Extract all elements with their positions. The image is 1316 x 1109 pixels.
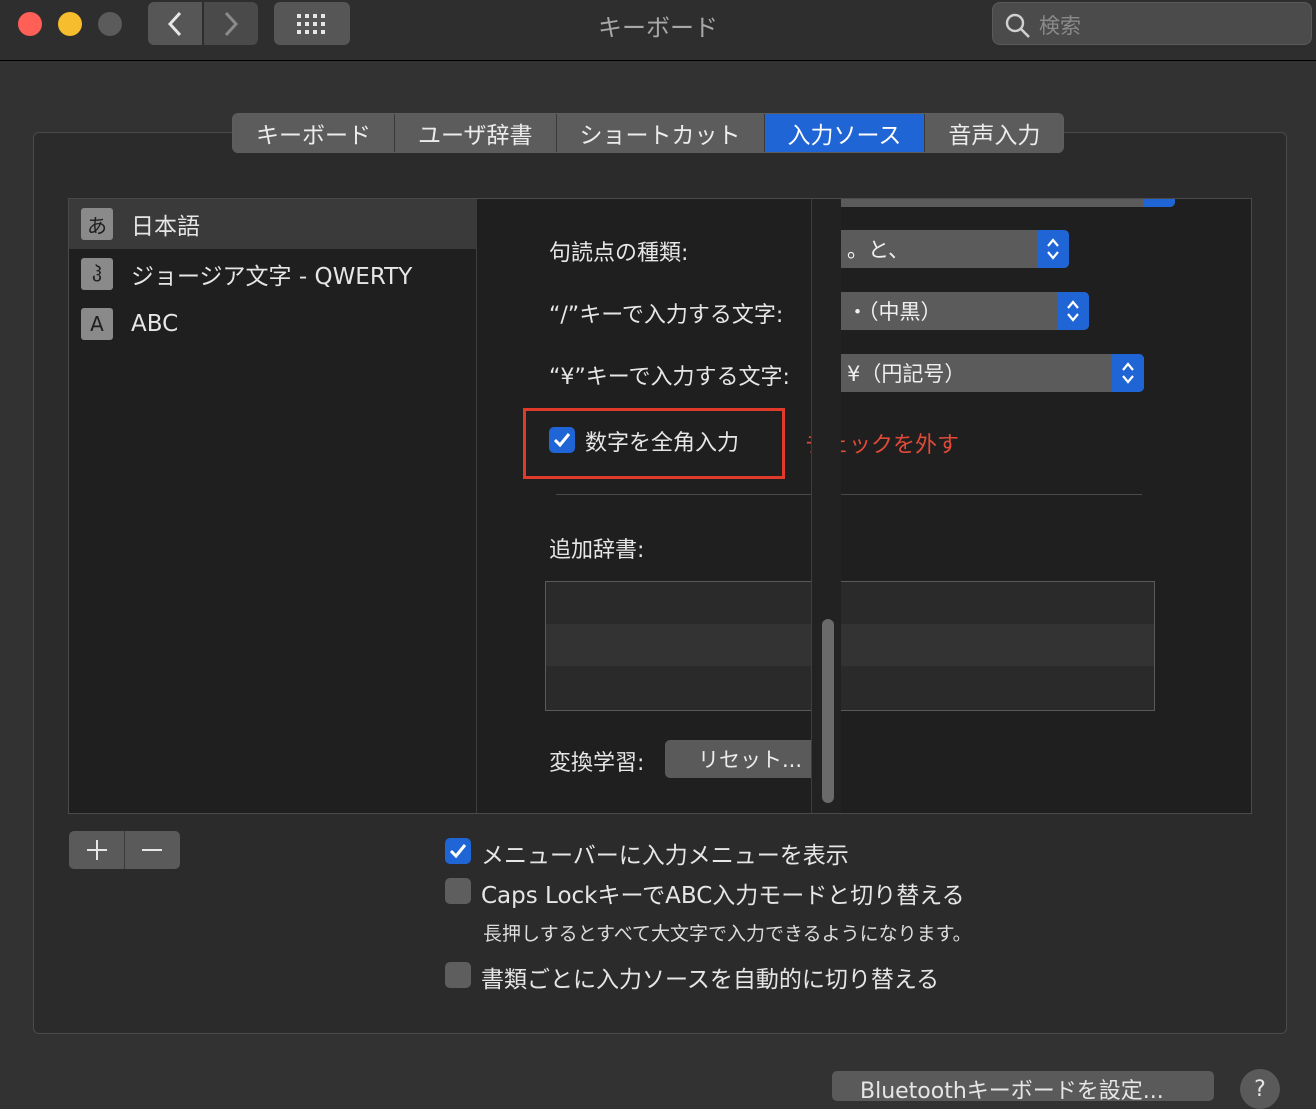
slash-key-popup[interactable]: ・（中黒） (833, 292, 1089, 330)
punctuation-label: 句読点の種類: (549, 241, 689, 266)
search-placeholder: 検索 (1039, 14, 1081, 38)
source-label: 日本語 (131, 214, 200, 240)
caps-lock-switch-label: Caps LockキーでABC入力モードと切り替える (481, 883, 965, 909)
additional-dictionary-label: 追加辞書: (549, 538, 645, 563)
georgian-letter-icon: ჰ (81, 258, 113, 290)
punctuation-value: 。と、 (847, 238, 910, 262)
add-source-button[interactable] (69, 831, 124, 869)
list-item[interactable] (546, 624, 1154, 666)
letter-a-icon: A (81, 308, 113, 340)
partial-popup[interactable] (833, 199, 1175, 207)
input-source-box: あ 日本語 ჰ ジョージア文字 - QWERTY A ABC 句読点の種類: 。… (68, 198, 1252, 814)
checkmark-icon (449, 844, 467, 859)
caps-lock-description: 長押しするとすべて大文字で入力できるようになります。 (483, 923, 972, 945)
tab-dictation[interactable]: 音声入力 (925, 114, 1064, 152)
setup-bluetooth-keyboard-button[interactable]: Bluetoothキーボードを設定... (832, 1071, 1214, 1101)
settings-scrollbar[interactable] (811, 199, 841, 813)
separator (556, 494, 1142, 495)
checkmark-icon (553, 433, 571, 448)
remove-source-button[interactable] (124, 831, 179, 869)
show-input-menu-checkbox[interactable] (445, 838, 471, 864)
updown-arrows-icon (1143, 199, 1175, 207)
tab-user-dictionary[interactable]: ユーザ辞書 (395, 114, 557, 152)
tab-keyboard[interactable]: キーボード (233, 114, 395, 152)
search-icon (1005, 13, 1030, 38)
source-label: ABC (131, 311, 179, 337)
minus-icon (142, 849, 162, 851)
auto-switch-source-checkbox[interactable] (445, 962, 471, 988)
hiragana-icon: あ (81, 208, 113, 240)
input-source-list: あ 日本語 ჰ ジョージア文字 - QWERTY A ABC (69, 199, 477, 813)
caps-lock-switch-checkbox[interactable] (445, 878, 471, 904)
tab-input-sources[interactable]: 入力ソース (764, 114, 926, 152)
list-item[interactable] (546, 582, 1154, 624)
search-field[interactable]: 検索 (992, 2, 1312, 45)
show-input-menu-label: メニューバーに入力メニューを表示 (481, 843, 849, 869)
source-item-japanese[interactable]: あ 日本語 (69, 199, 477, 249)
fullwidth-numbers-checkbox[interactable] (549, 427, 575, 453)
source-item-georgian[interactable]: ჰ ジョージア文字 - QWERTY (69, 249, 477, 299)
additional-dictionary-list[interactable] (545, 581, 1155, 711)
help-button[interactable]: ? (1240, 1069, 1280, 1109)
settings-pane: 句読点の種類: 。と、 “/”キーで入力する文字: ・（中黒） “¥”キーで入力… (479, 199, 1223, 813)
updown-arrows-icon (1112, 354, 1144, 392)
auto-switch-source-label: 書類ごとに入力ソースを自動的に切り替える (481, 967, 940, 993)
scrollbar-thumb[interactable] (822, 619, 834, 803)
yen-key-label: “¥”キーで入力する文字: (549, 365, 790, 390)
title-bar: キーボード 検索 (0, 0, 1316, 61)
add-remove-control (69, 831, 180, 869)
tab-bar: キーボード ユーザ辞書 ショートカット 入力ソース 音声入力 (232, 113, 1065, 153)
slash-key-label: “/”キーで入力する文字: (549, 303, 784, 328)
updown-arrows-icon (1057, 292, 1089, 330)
source-label: ジョージア文字 - QWERTY (131, 264, 413, 290)
punctuation-popup[interactable]: 。と、 (833, 230, 1069, 268)
tab-shortcuts[interactable]: ショートカット (556, 114, 765, 152)
list-item[interactable] (546, 666, 1154, 708)
yen-key-value: ¥（円記号） (847, 362, 966, 386)
plus-icon (86, 840, 107, 860)
conversion-learning-label: 変換学習: (549, 751, 645, 776)
setup-bluetooth-keyboard-label: Bluetoothキーボードを設定... (860, 1079, 1164, 1101)
fullwidth-numbers-label: 数字を全角入力 (585, 431, 740, 456)
slash-key-value: ・（中黒） (847, 300, 942, 324)
yen-key-popup[interactable]: ¥（円記号） (833, 354, 1144, 392)
updown-arrows-icon (1037, 230, 1069, 268)
source-item-abc[interactable]: A ABC (69, 299, 477, 349)
reset-learning-button[interactable]: リセット... (665, 740, 835, 778)
